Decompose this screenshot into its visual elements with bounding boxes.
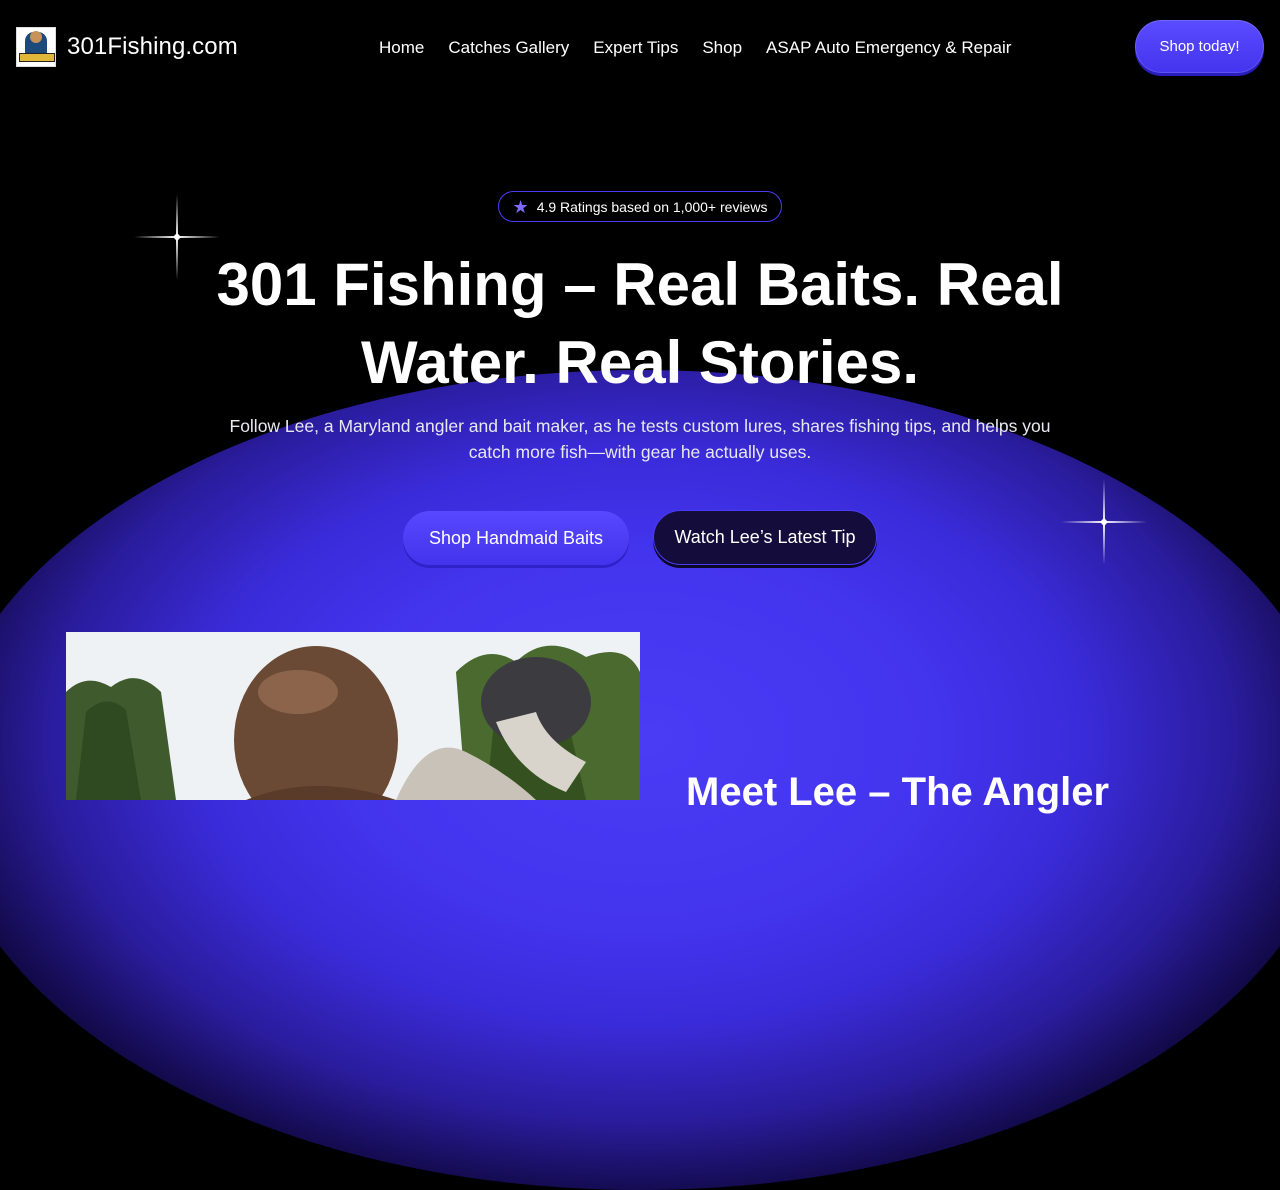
about-heading: Meet Lee – The Angler (686, 770, 1110, 814)
site-name: 301Fishing.com (67, 33, 238, 60)
sparkle-icon (134, 194, 220, 280)
nav-expert-tips[interactable]: Expert Tips (593, 38, 678, 58)
nav-home[interactable]: Home (379, 38, 424, 58)
sparkle-icon (1061, 479, 1147, 565)
site-header: 301Fishing.com Home Catches Gallery Expe… (0, 0, 1280, 94)
nav-catches-gallery[interactable]: Catches Gallery (448, 38, 569, 58)
hero-title: 301 Fishing – Real Baits. Real Water. Re… (216, 251, 1064, 396)
main-nav: Home Catches Gallery Expert Tips Shop AS… (379, 38, 1011, 58)
lee-photo (66, 632, 640, 800)
rating-badge: ★ 4.9 Ratings based on 1,000+ reviews (498, 191, 782, 222)
shop-today-button[interactable]: Shop today! (1135, 20, 1264, 73)
star-icon: ★ (512, 196, 529, 217)
nav-asap-auto[interactable]: ASAP Auto Emergency & Repair (766, 38, 1011, 58)
rating-text: 4.9 Ratings based on 1,000+ reviews (536, 198, 768, 215)
shop-baits-button[interactable]: Shop Handmaid Baits (403, 511, 629, 565)
watch-tip-button[interactable]: Watch Lee’s Latest Tip (653, 510, 877, 565)
brand-logo-link[interactable]: 301Fishing.com (16, 27, 238, 67)
nav-shop[interactable]: Shop (702, 38, 742, 58)
hero-subtitle: Follow Lee, a Maryland angler and bait m… (229, 416, 1051, 462)
logo-image (16, 27, 56, 67)
